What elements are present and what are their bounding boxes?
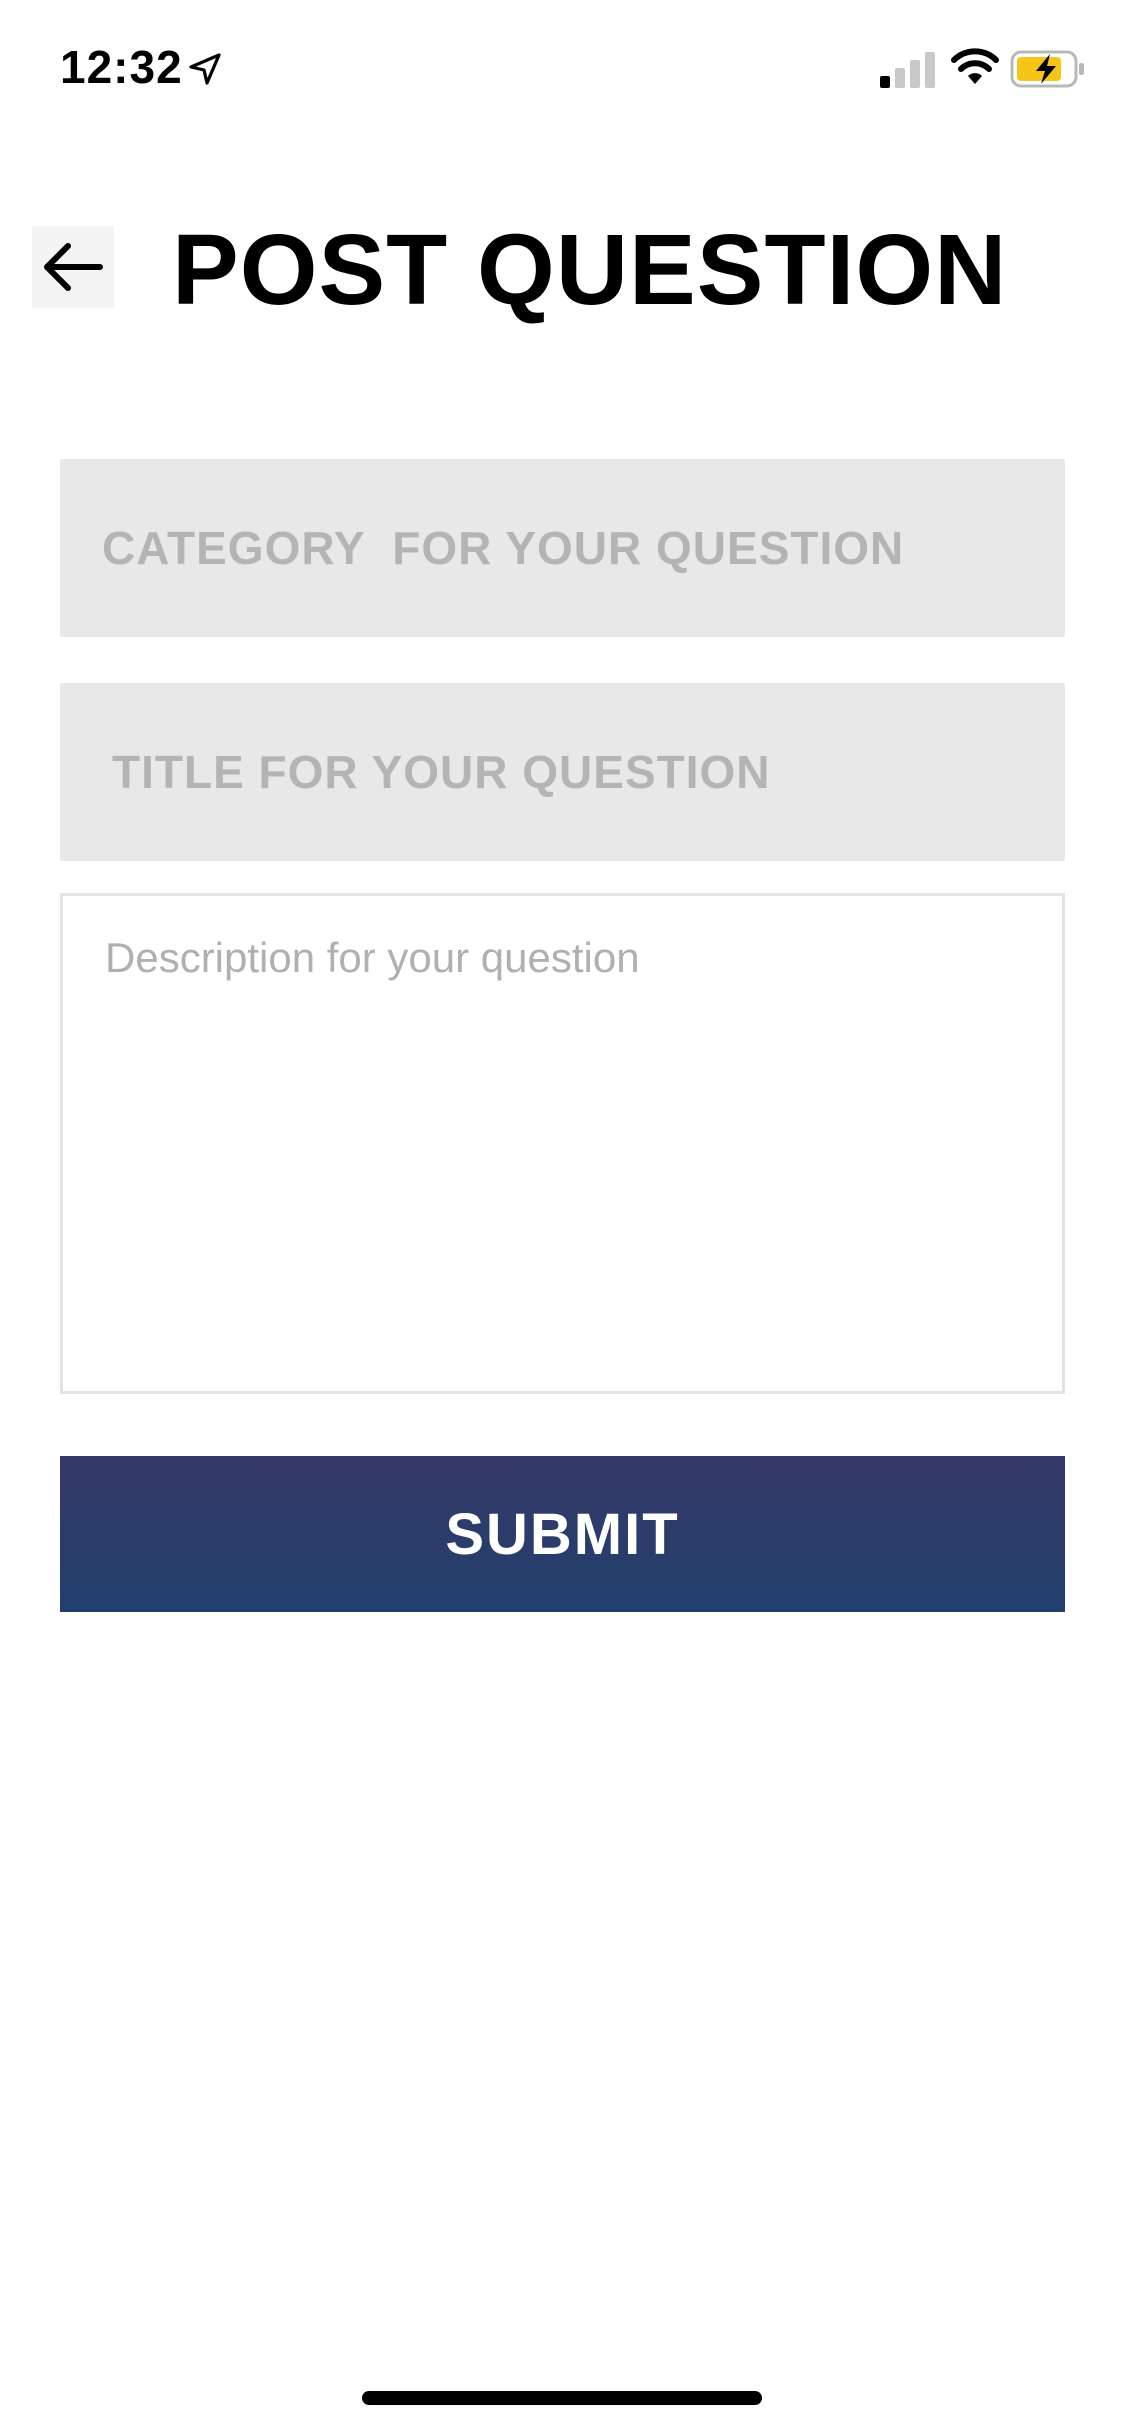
- status-time: 12:32: [60, 41, 183, 93]
- home-indicator[interactable]: [362, 2391, 762, 2405]
- page-title: POST QUESTION: [172, 214, 1008, 326]
- submit-button[interactable]: SUBMIT: [60, 1456, 1065, 1612]
- wifi-icon: [951, 48, 999, 84]
- question-title-input[interactable]: [60, 683, 1065, 861]
- battery-charging-icon: [1010, 50, 1084, 88]
- location-arrow-icon: [189, 53, 221, 85]
- post-question-screen: 12:32 POST QUESTION SU: [0, 0, 1125, 2436]
- category-input[interactable]: [60, 459, 1065, 637]
- description-textarea[interactable]: [60, 893, 1065, 1394]
- back-button[interactable]: [32, 226, 114, 308]
- status-bar: 12:32: [0, 0, 1125, 140]
- cellular-signal-icon: [880, 52, 935, 88]
- arrow-left-icon: [44, 243, 103, 291]
